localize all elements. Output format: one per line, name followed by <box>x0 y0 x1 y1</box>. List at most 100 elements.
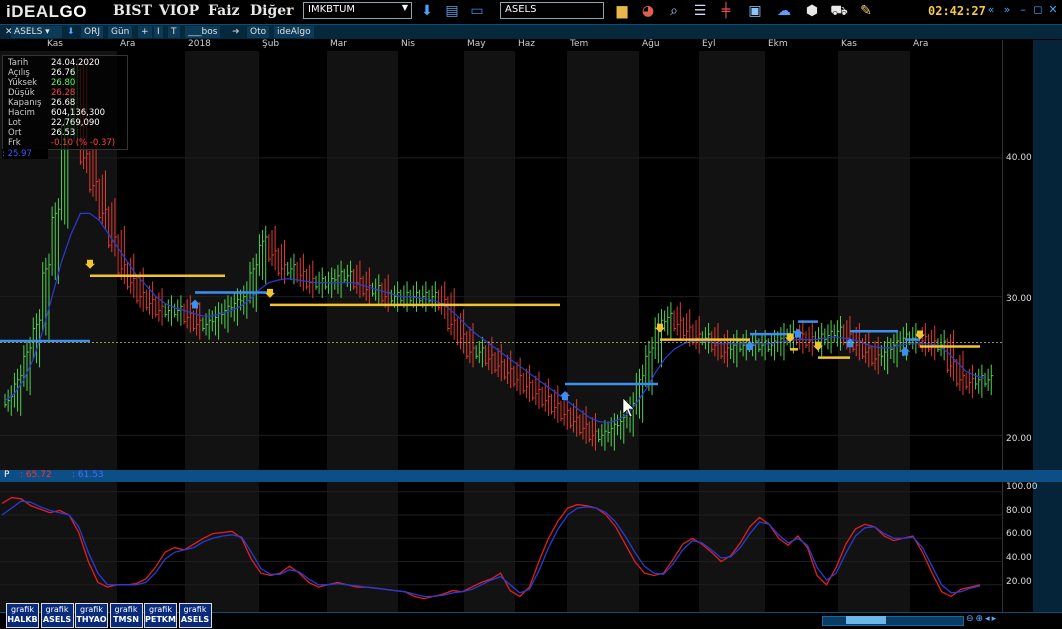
tab-symbol: ASELS <box>42 615 72 624</box>
month-label: Eyl <box>702 39 716 49</box>
cloud-icon[interactable]: ☁ <box>775 2 793 20</box>
toolbar-layout[interactable]: ___bos <box>185 26 221 38</box>
info-key: Yüksek <box>8 78 38 88</box>
buy-arrow-icon <box>793 328 803 338</box>
info-key: Tarih <box>8 58 29 68</box>
ohlc-info-panel: Tarih 24.04.2020 Açılış 26.76 Yüksek 26.80 Düş… <box>2 55 128 150</box>
restore-icon[interactable]: ◻ <box>1031 3 1045 16</box>
month-band <box>567 482 639 612</box>
chart-toolbar: ✕ ASELS ▾ ⬇ ORJ Gün + I T ___bos ➜ Oto i… <box>0 24 1062 39</box>
chart-tab-asels[interactable]: grafik ASELS <box>178 603 212 628</box>
toolbar-template[interactable]: T <box>168 26 180 38</box>
info-value: 604,136,300 <box>51 108 106 118</box>
toolbar-indicator[interactable]: I <box>154 26 163 38</box>
back-icon[interactable]: « <box>984 3 998 16</box>
sell-arrow-icon <box>915 330 925 340</box>
month-label: Haz <box>518 39 536 49</box>
oscillator-header: P : 65.72 : 61.53 <box>0 470 1002 482</box>
tab-symbol: TMSN <box>113 615 139 624</box>
chart-tab-halkb[interactable]: grafik HALKB <box>6 603 39 628</box>
bar-list-icon[interactable]: ☰ <box>691 2 709 20</box>
price-label-30: 30.00 <box>1006 294 1032 304</box>
top-menu-bar: iDEALGO BIST VIOP Faiz Diğer IMKBTUM ▼ ⬇ … <box>0 0 1062 24</box>
tab-symbol: THYAO <box>76 615 107 624</box>
brush-icon[interactable]: ✎ <box>857 2 875 20</box>
month-label: Şub <box>262 39 280 49</box>
toolbar-orj[interactable]: ORJ <box>81 26 103 38</box>
minimize-icon[interactable]: – <box>1016 3 1030 16</box>
oscillator-header-axis <box>1002 470 1062 482</box>
price-axis <box>1002 40 1062 470</box>
month-label: Kas <box>47 39 63 49</box>
info-value: 26.80 <box>51 78 76 88</box>
oscillator-axis <box>1002 482 1062 612</box>
chevron-down-icon: ▼ <box>401 3 408 12</box>
month-label: Mar <box>330 39 347 49</box>
month-label: Ağu <box>642 39 660 49</box>
tab-caption: grafik <box>114 605 138 614</box>
menu-viop[interactable]: VIOP <box>159 3 199 19</box>
market-select[interactable]: IMKBTUM ▼ <box>303 2 412 19</box>
tab-caption: grafik <box>183 605 207 614</box>
month-band <box>327 482 398 612</box>
toolbar-period[interactable]: Gün <box>108 26 133 38</box>
info-value: 26.76 <box>51 68 76 78</box>
month-band <box>327 40 398 470</box>
info-key: Ort <box>8 128 22 138</box>
info-value: 26.53 <box>51 128 76 138</box>
cube-icon[interactable]: ⬢ <box>803 2 821 20</box>
toolbar-idealgo[interactable]: ideAlgo <box>274 26 314 38</box>
price-chart[interactable] <box>0 40 1002 470</box>
candlestick-icon[interactable]: ╪ <box>717 2 735 20</box>
month-band <box>464 482 515 612</box>
month-label: May <box>467 39 486 49</box>
price-label-20: 20.00 <box>1006 434 1032 444</box>
info-key: Frk <box>8 138 21 148</box>
info-value: -0.10 (% -0.37) <box>51 138 116 148</box>
month-label: Ekm <box>768 39 788 49</box>
info-value: 26.28 <box>51 88 76 98</box>
osc-label-20: 20.00 <box>1006 577 1032 587</box>
forward-icon[interactable]: » <box>1000 3 1014 16</box>
download-arrow-icon[interactable]: ⬇ <box>418 2 436 20</box>
chart-tab-asels[interactable]: grafik ASELS <box>40 603 74 628</box>
axis-strip <box>1033 40 1062 470</box>
month-label: 2018 <box>188 39 211 49</box>
tab-caption: grafik <box>149 605 172 614</box>
month-band <box>464 40 515 470</box>
menu-diger[interactable]: Diğer <box>250 3 294 19</box>
toolbar-down-icon[interactable]: ⬇ <box>64 26 78 38</box>
info-key: Lot <box>8 118 22 128</box>
scroll-buttons[interactable]: ⊖⊕◂▸ <box>966 614 998 624</box>
symbol-input[interactable]: ASELS <box>500 2 604 19</box>
magnifier-icon[interactable]: ⌕ <box>665 2 683 20</box>
chart-tab-tmsn[interactable]: grafik TMSN <box>109 603 143 628</box>
menu-faiz[interactable]: Faiz <box>208 3 240 19</box>
sell-arrow-icon <box>655 323 665 333</box>
price-label-40: 40.00 <box>1006 153 1032 163</box>
app-logo: iDEALGO <box>6 2 87 21</box>
cart-icon[interactable]: ⛟ <box>830 2 848 20</box>
tab-caption: grafik <box>11 605 34 614</box>
folder-icon[interactable]: ▆ <box>613 2 631 20</box>
pie-chart-icon[interactable]: ◕ <box>639 2 657 20</box>
month-label: Tem <box>570 39 589 49</box>
oscillator-value-red: : 65.72 <box>20 470 52 480</box>
document-icon[interactable]: ▤ <box>443 2 461 20</box>
scrollbar-thumb[interactable] <box>846 616 886 624</box>
menu-bist[interactable]: BIST <box>113 3 152 19</box>
horizontal-scrollbar[interactable] <box>822 616 964 626</box>
info-key: Kapanış <box>8 98 42 108</box>
chart-symbol[interactable]: ASELS ▾ <box>11 26 62 38</box>
toolbar-plus[interactable]: + <box>138 26 152 38</box>
chart-tab-thyao[interactable]: grafik THYAO <box>75 603 108 628</box>
toolbar-oto[interactable]: Oto <box>247 26 270 38</box>
chart-tab-petkm[interactable]: grafik PETKM <box>144 603 177 628</box>
close-icon[interactable]: ✕ <box>1046 3 1060 16</box>
toolbar-arrow-icon[interactable]: ➜ <box>229 26 243 38</box>
monitor-icon[interactable]: ▭ <box>468 2 486 20</box>
window-icon[interactable]: ▣ <box>746 2 764 20</box>
month-band <box>838 40 910 470</box>
oscillator-chart[interactable] <box>0 482 1002 612</box>
month-band <box>699 40 765 470</box>
